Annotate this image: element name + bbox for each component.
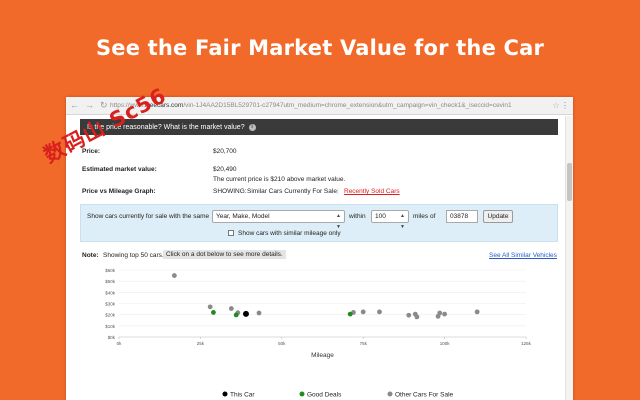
data-point[interactable]	[437, 310, 443, 316]
menu-icon[interactable]: ⋮	[561, 101, 569, 110]
market-value-label: Estimated market value:	[82, 166, 157, 173]
miles-label: miles of	[413, 213, 436, 220]
tab-current-for-sale[interactable]: Similar Cars Currently For Sale	[247, 188, 337, 195]
data-point[interactable]	[442, 311, 447, 317]
x-tick-label: 100k	[440, 341, 451, 346]
legend-marker	[387, 391, 393, 397]
scrollbar-thumb[interactable]	[567, 163, 572, 201]
price-value: $20,700	[213, 148, 237, 155]
filter-prefix: Show cars currently for sale with the sa…	[87, 213, 210, 220]
update-button[interactable]: Update	[483, 210, 513, 223]
x-axis-label: Mileage	[311, 352, 334, 359]
market-value: $20,490	[213, 166, 237, 173]
price-mileage-chart: $0k $10k $20k $30k $40k $50k $60k 0k 25k 50k 75k 1…	[105, 268, 532, 399]
x-tick-label: 125k	[521, 341, 532, 346]
match-select[interactable]: Year, Make, Model ▲ ▼	[212, 210, 345, 230]
url-rest: /vin-1J4AA2D15BL529701-c27947utm_medium=…	[183, 102, 512, 109]
data-point[interactable]	[347, 311, 353, 317]
chart-grid	[118, 269, 527, 339]
data-point[interactable]	[256, 310, 262, 316]
info-icon[interactable]: i	[248, 123, 256, 131]
legend-marker	[299, 391, 305, 397]
note-text: Showing top 50 cars.	[103, 252, 164, 259]
showing-label: SHOWING:	[213, 188, 247, 195]
headline: See the Fair Market Value for the Car	[95, 36, 545, 60]
forward-arrow-icon[interactable]: →	[85, 100, 94, 111]
filter-panel: Show cars currently for sale with the sa…	[80, 204, 558, 242]
note-label: Note:	[82, 252, 99, 259]
y-tick-label: $20k	[105, 313, 116, 318]
legend-marker	[222, 391, 228, 397]
distance-select[interactable]: 100 ▲ ▼	[371, 210, 409, 230]
data-point[interactable]	[474, 309, 480, 315]
data-point[interactable]	[377, 309, 382, 315]
y-axis-ticks: $0k $10k $20k $30k $40k $50k $60k	[105, 268, 116, 340]
legend-label: Other Cars For Sale	[395, 392, 454, 399]
data-point[interactable]	[406, 312, 412, 318]
data-point[interactable]	[414, 314, 420, 320]
distance-select-value: 100	[375, 213, 386, 220]
data-point[interactable]	[242, 310, 249, 317]
address-bar[interactable]: https://www.iseecars.com/vin-1J4AA2D15BL…	[110, 102, 551, 109]
data-point[interactable]	[233, 312, 239, 318]
x-axis-ticks: 0k 25k 50k 75k 100k 125k	[117, 341, 532, 346]
within-label: within	[349, 213, 366, 220]
bookmark-star-icon[interactable]: ☆	[551, 101, 561, 110]
x-tick-label: 0k	[117, 341, 123, 346]
chevron-down-icon: ▲ ▼	[400, 213, 405, 230]
similar-mileage-checkbox[interactable]	[228, 230, 234, 236]
x-tick-label: 75k	[360, 341, 368, 346]
back-arrow-icon[interactable]: ←	[70, 100, 79, 111]
y-tick-label: $30k	[105, 302, 116, 307]
y-tick-label: $50k	[105, 279, 116, 284]
data-point[interactable]	[211, 310, 216, 315]
zip-input[interactable]: 03878	[446, 210, 478, 223]
data-point[interactable]	[360, 309, 366, 315]
x-tick-label: 25k	[197, 341, 205, 346]
scrollbar[interactable]	[565, 116, 573, 400]
data-point[interactable]	[228, 306, 234, 311]
data-point[interactable]	[171, 273, 177, 278]
similar-mileage-label: Show cars with similar mileage only	[238, 230, 341, 237]
chart-legend: This Car Good Deals Other Cars For Sale	[222, 391, 454, 399]
tab-divider: |	[337, 188, 339, 195]
market-value-note: The current price is $210 above market v…	[213, 176, 346, 183]
data-point[interactable]	[207, 304, 213, 310]
y-tick-label: $10k	[105, 324, 116, 329]
legend-label: This Car	[230, 392, 255, 399]
browser-window: ← → ↻ https://www.iseecars.com/vin-1J4AA…	[66, 97, 573, 400]
page-content: Is the price reasonable? What is the mar…	[66, 116, 565, 400]
x-tick-label: 50k	[278, 341, 286, 346]
tab-recently-sold[interactable]: Recently Sold Cars	[344, 188, 400, 195]
see-all-link[interactable]: See All Similar Vehicles	[489, 252, 557, 259]
match-select-value: Year, Make, Model	[216, 213, 270, 220]
note-hint: Click on a dot below to see more details…	[163, 250, 286, 259]
legend-label: Good Deals	[307, 392, 342, 399]
y-tick-label: $40k	[105, 290, 116, 295]
section-header: Is the price reasonable? What is the mar…	[80, 119, 558, 135]
y-tick-label: $0k	[108, 335, 116, 340]
chart-points	[171, 273, 480, 320]
y-tick-label: $60k	[105, 268, 116, 273]
graph-label: Price vs Mileage Graph:	[82, 188, 156, 195]
